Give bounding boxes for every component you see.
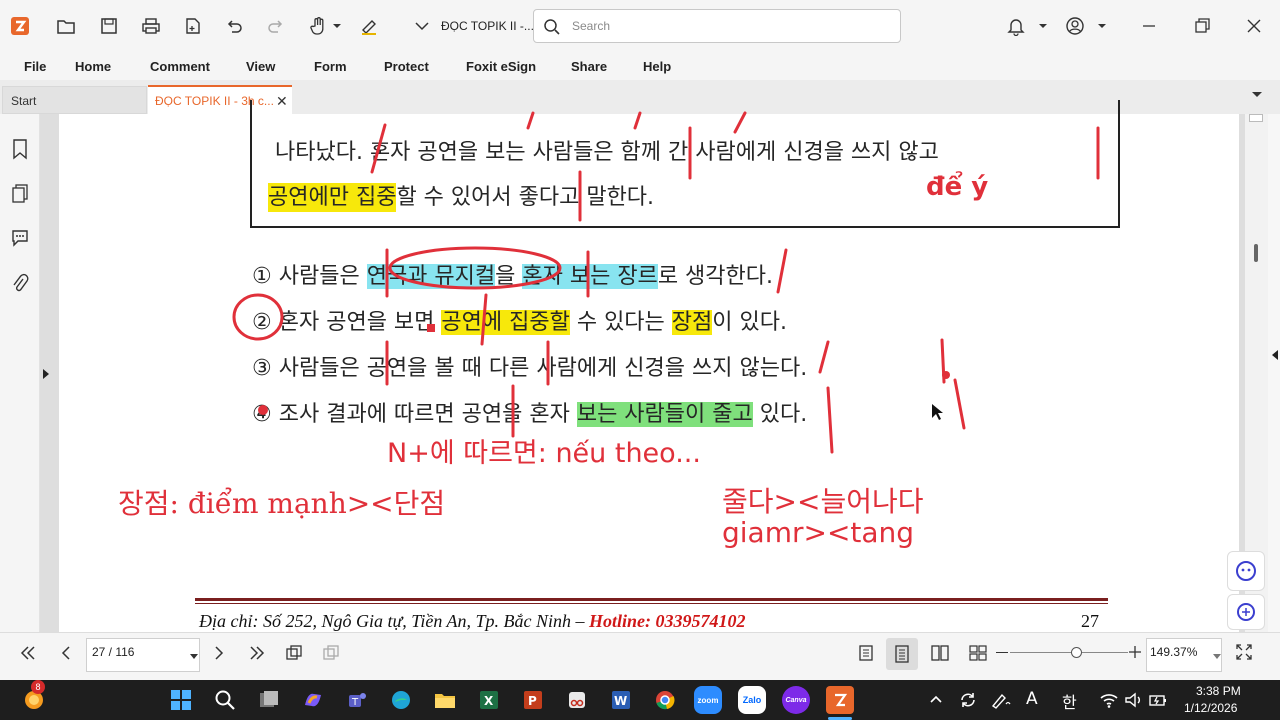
next-page-icon[interactable]	[213, 645, 225, 661]
zoom-in-icon[interactable]	[1129, 645, 1141, 659]
first-page-icon[interactable]	[20, 645, 36, 661]
clock-date[interactable]: 1/12/2026	[1184, 701, 1237, 715]
scroll-up-arrow[interactable]	[1249, 114, 1263, 122]
page-number-input[interactable]: 27 / 116	[86, 638, 200, 672]
ink-stroke	[826, 386, 834, 454]
footer-rule	[195, 598, 1108, 601]
mouse-cursor-icon	[932, 404, 943, 420]
ink-dot	[942, 371, 950, 379]
ink-stroke	[776, 248, 788, 294]
input-language-indicator[interactable]: A	[1026, 689, 1038, 709]
ink-circle	[232, 293, 284, 341]
footer-rule-thin	[195, 603, 1108, 604]
show-hidden-icons-icon[interactable]	[930, 694, 942, 704]
last-page-icon[interactable]	[249, 645, 265, 661]
scroll-thumb[interactable]	[1254, 244, 1258, 262]
collapse-right-panel-icon[interactable]	[1271, 349, 1279, 361]
volume-icon[interactable]	[1124, 691, 1144, 709]
footer-address: Địa chỉ: Số 252, Ngô Gia tự, Tiền An, Tp…	[199, 611, 746, 632]
file-explorer-icon[interactable]	[430, 685, 460, 715]
ink-stroke	[370, 123, 387, 174]
canva-icon[interactable]: Canva	[782, 686, 810, 714]
zoom-level-value: 149.37%	[1150, 645, 1198, 659]
ink-stroke	[953, 378, 966, 430]
page-navigation-bar: 27 / 116 149.37%	[0, 632, 1280, 680]
snipping-tool-icon[interactable]	[562, 685, 592, 715]
clock-time[interactable]: 3:38 PM	[1196, 684, 1241, 698]
ink-dot	[258, 405, 268, 415]
zoom-level-input[interactable]: 149.37%	[1146, 638, 1222, 672]
foxit-reader-taskbar-icon[interactable]	[826, 686, 854, 714]
footer-hotline: Hotline: 0339574102	[589, 611, 746, 631]
ink-stroke	[818, 340, 830, 374]
next-view-icon[interactable]	[322, 644, 340, 662]
ink-stroke	[733, 111, 747, 134]
zoom-slider-track[interactable]	[1010, 652, 1128, 653]
page-number-value: 27 / 116	[92, 645, 135, 659]
previous-page-icon[interactable]	[60, 645, 72, 661]
windows-taskbar: T X P W zoom Zalo Canva A 한 3:38 PM 1/12…	[0, 680, 1280, 720]
search-taskbar-icon[interactable]	[210, 685, 240, 715]
svg-text:W: W	[614, 694, 627, 708]
ai-tools-button[interactable]	[1227, 594, 1265, 630]
ink-stroke	[633, 111, 642, 130]
zoom-app-icon[interactable]: zoom	[694, 686, 722, 714]
edge-icon[interactable]	[386, 685, 416, 715]
battery-icon[interactable]	[1148, 691, 1168, 709]
ai-chat-icon	[1236, 561, 1256, 581]
ai-tools-icon	[1237, 603, 1255, 621]
ai-assistant-button[interactable]	[1227, 551, 1265, 591]
word-icon[interactable]: W	[606, 685, 636, 715]
fullscreen-icon[interactable]	[1236, 644, 1252, 660]
zoom-dropdown-icon[interactable]	[1213, 654, 1221, 660]
page-number: 27	[1081, 611, 1099, 631]
notification-badge: 8	[31, 680, 45, 694]
continuous-view-button[interactable]	[886, 638, 918, 670]
teams-icon[interactable]: T	[342, 685, 372, 715]
ink-circle	[388, 246, 562, 290]
onedrive-sync-icon[interactable]	[958, 690, 978, 710]
chrome-icon[interactable]	[650, 685, 680, 715]
footer-address-text: Địa chỉ: Số 252, Ngô Gia tự, Tiền An, Tp…	[199, 611, 589, 631]
task-view-icon[interactable]	[254, 685, 284, 715]
svg-text:P: P	[528, 694, 537, 708]
previous-view-icon[interactable]	[285, 644, 303, 662]
svg-text:T: T	[351, 697, 359, 708]
continuous-facing-view-icon[interactable]	[968, 644, 988, 662]
zoom-out-icon[interactable]	[996, 652, 1008, 653]
zalo-icon[interactable]: Zalo	[738, 686, 766, 714]
ime-mode-indicator[interactable]: 한	[1062, 689, 1077, 713]
continuous-view-icon	[895, 645, 909, 663]
windows-start-icon[interactable]	[166, 685, 196, 715]
svg-text:X: X	[484, 694, 494, 708]
facing-view-icon[interactable]	[930, 644, 950, 662]
page-dropdown-icon[interactable]	[190, 654, 198, 660]
excel-icon[interactable]: X	[474, 685, 504, 715]
pen-input-icon[interactable]	[990, 690, 1012, 710]
right-panel-edge	[1268, 114, 1280, 632]
powerpoint-icon[interactable]: P	[518, 685, 548, 715]
ink-stroke	[526, 111, 535, 130]
ink-stroke	[480, 293, 488, 346]
copilot-icon[interactable]	[298, 685, 328, 715]
ink-dot	[427, 324, 435, 332]
wifi-icon[interactable]	[1099, 691, 1119, 709]
zoom-slider-thumb[interactable]	[1071, 647, 1082, 658]
single-page-view-icon[interactable]	[857, 644, 875, 662]
